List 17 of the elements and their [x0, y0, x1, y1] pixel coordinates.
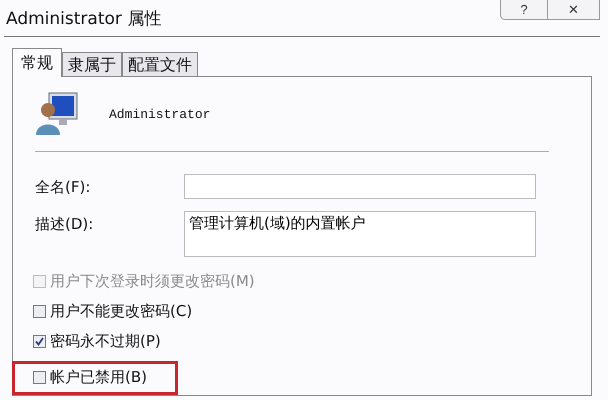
help-button[interactable]: ?	[500, 0, 548, 20]
description-field[interactable]: 管理计算机(域)的内置帐户	[184, 211, 536, 257]
checkbox[interactable]	[33, 371, 46, 384]
tab[interactable]: 配置文件	[122, 52, 198, 76]
checkbox-option[interactable]: 帐户已禁用(B)	[33, 367, 147, 388]
checkbox[interactable]	[33, 305, 46, 318]
field-label: 全名(F):	[35, 177, 92, 198]
checkbox-option[interactable]: 用户不能更改密码(C)	[33, 301, 192, 322]
tab[interactable]: 常规	[12, 48, 62, 77]
user-name: Administrator	[109, 106, 210, 122]
checkbox-option[interactable]: 密码永不过期(P)	[33, 331, 161, 352]
full-name-field[interactable]	[184, 174, 536, 199]
checkbox[interactable]	[33, 335, 46, 348]
window-title: Administrator 属性	[5, 8, 162, 30]
tab[interactable]: 隶属于	[62, 52, 122, 76]
field-label: 描述(D):	[35, 214, 94, 235]
close-button[interactable]: ✕	[548, 0, 600, 20]
